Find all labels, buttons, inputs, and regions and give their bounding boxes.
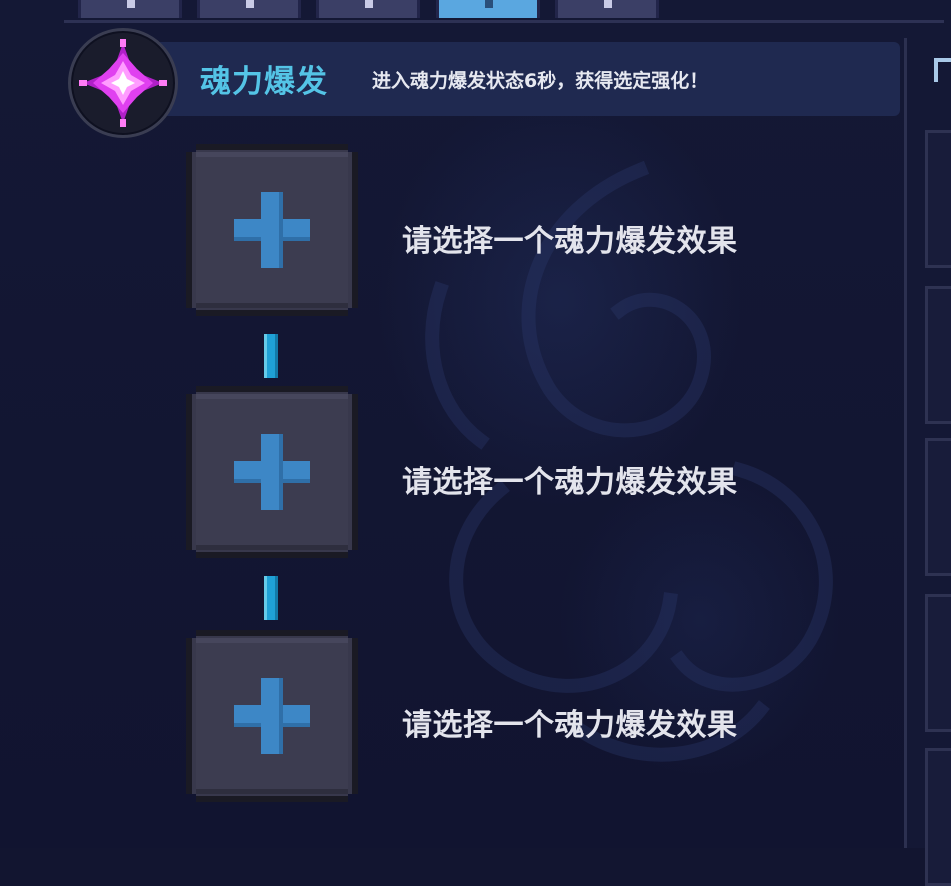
tab-1-icon [127, 0, 135, 8]
right-side-panel [904, 38, 951, 886]
burst-effect-slot-3[interactable] [186, 630, 358, 802]
tab-3[interactable] [316, 0, 420, 18]
tab-5-icon [604, 0, 612, 8]
skill-description: 进入魂力爆发状态6秒，获得选定强化！ [372, 70, 709, 92]
right-panel-cell[interactable] [925, 286, 951, 424]
tab-2[interactable] [197, 0, 301, 18]
tab-4[interactable] [436, 0, 540, 18]
tab-strip [64, 0, 944, 23]
tab-2-icon [246, 0, 254, 8]
slot-3-label: 请选择一个魂力爆发效果 [402, 708, 738, 743]
soul-burst-crystal-icon[interactable] [68, 28, 178, 138]
right-panel-title-fragment [934, 58, 951, 88]
slot-2-label: 请选择一个魂力爆发效果 [402, 465, 738, 500]
right-panel-cell[interactable] [925, 748, 951, 886]
skill-title: 魂力爆发 [200, 64, 328, 100]
slot-connector [264, 334, 278, 378]
burst-effect-slot-2[interactable] [186, 386, 358, 558]
slot-connector [264, 576, 278, 620]
burst-effect-slot-1[interactable] [186, 144, 358, 316]
tab-1[interactable] [78, 0, 182, 18]
tab-3-icon [365, 0, 373, 8]
tab-5[interactable] [555, 0, 659, 18]
tab-4-icon [485, 0, 493, 8]
slot-1-label: 请选择一个魂力爆发效果 [402, 224, 738, 259]
crystal-graphic [79, 39, 167, 127]
right-panel-cell[interactable] [925, 594, 951, 732]
right-panel-cell[interactable] [925, 438, 951, 576]
right-panel-cell[interactable] [925, 130, 951, 268]
